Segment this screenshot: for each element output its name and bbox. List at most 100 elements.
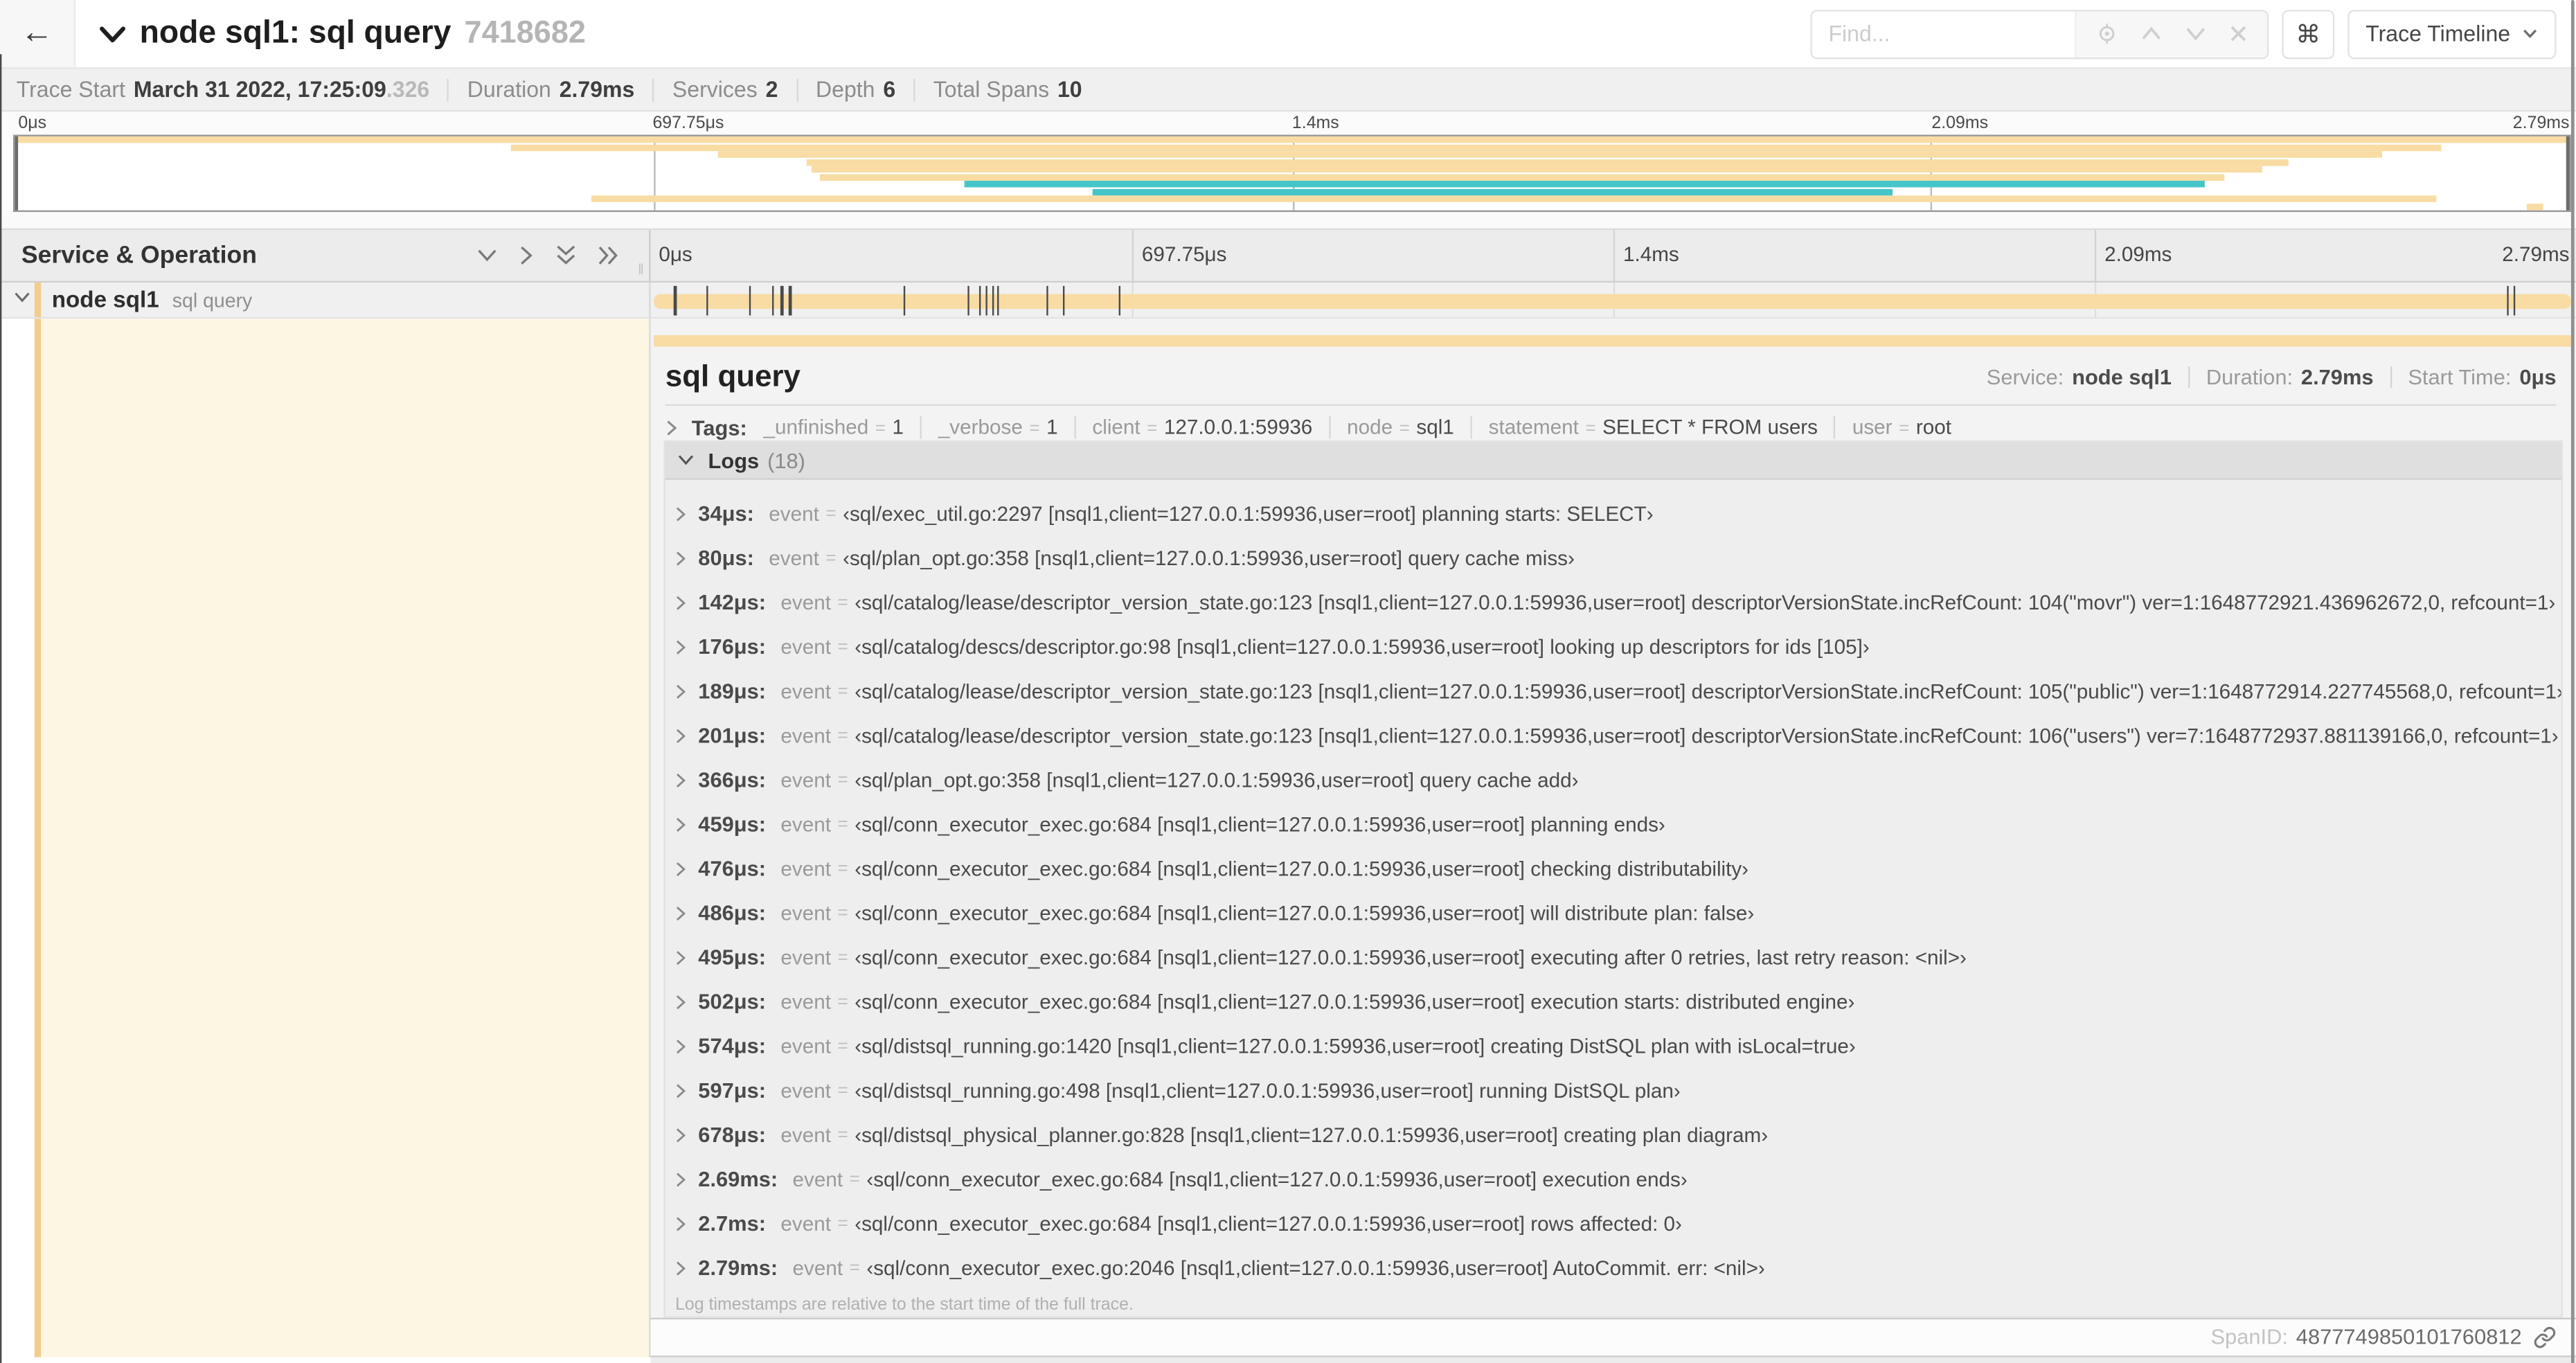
- locate-icon[interactable]: [2096, 23, 2118, 44]
- divider: [1329, 416, 1331, 439]
- back-button[interactable]: ←: [0, 0, 76, 68]
- span-collapse-chevron-icon[interactable]: [13, 291, 31, 304]
- minimap-span-row: [15, 143, 2569, 152]
- span-log-marker[interactable]: [1062, 285, 1065, 316]
- chevron-right-icon[interactable]: [675, 1082, 687, 1098]
- find-prev-icon[interactable]: [2140, 26, 2162, 41]
- log-row[interactable]: 34μs: event = ‹sql/exec_util.go:2297 [nsql1…: [665, 491, 2561, 535]
- span-bar-cell[interactable]: [650, 283, 2576, 319]
- divider: [652, 78, 654, 101]
- chevron-right-icon[interactable]: [675, 550, 687, 567]
- chevron-right-icon[interactable]: [675, 1037, 687, 1054]
- log-value: ‹sql/conn_executor_exec.go:684 [nsql1,cl…: [855, 812, 1665, 836]
- chevron-right-icon[interactable]: [675, 993, 687, 1010]
- minimap-tick-label: 697.75μs: [652, 113, 724, 134]
- span-log-marker[interactable]: [996, 285, 999, 316]
- minimap-left-handle[interactable]: [15, 136, 19, 211]
- expand-one-icon[interactable]: [519, 244, 534, 266]
- log-timestamp: 597μs:: [698, 1078, 767, 1103]
- chevron-right-icon[interactable]: [675, 949, 687, 965]
- span-log-marker[interactable]: [674, 285, 677, 316]
- view-selector-button[interactable]: Trace Timeline: [2347, 9, 2557, 59]
- log-row[interactable]: 189μs: event = ‹sql/catalog/lease/descripto…: [665, 669, 2561, 713]
- chevron-right-icon[interactable]: [675, 683, 687, 700]
- chevron-right-icon[interactable]: [675, 1126, 687, 1143]
- log-row[interactable]: 142μs: event = ‹sql/catalog/lease/descripto…: [665, 580, 2561, 624]
- log-value: ‹sql/distsql_running.go:498 [nsql1,clien…: [855, 1078, 1681, 1102]
- span-log-marker[interactable]: [967, 285, 970, 316]
- keyboard-shortcuts-button[interactable]: ⌘: [2282, 9, 2335, 59]
- tag-pair: client = 127.0.0.1:59936: [1092, 416, 1312, 438]
- trace-duration: Duration 2.79ms: [467, 77, 635, 103]
- log-timestamp: 495μs:: [698, 945, 767, 970]
- find-clear-icon[interactable]: [2229, 25, 2247, 43]
- chevron-right-icon[interactable]: [675, 639, 687, 655]
- log-row[interactable]: 176μs: event = ‹sql/catalog/descs/descripto…: [665, 625, 2561, 669]
- tags-row[interactable]: Tags: _unfinished = 1 _verbose = 1 client = 127.…: [665, 411, 2557, 443]
- expand-all-icon[interactable]: [598, 244, 620, 266]
- span-log-marker[interactable]: [2507, 285, 2510, 316]
- chevron-right-icon[interactable]: [675, 816, 687, 832]
- span-log-marker[interactable]: [992, 285, 994, 316]
- span-log-marker[interactable]: [1118, 285, 1121, 316]
- log-timestamp: 366μs:: [698, 767, 767, 792]
- find-next-icon[interactable]: [2185, 26, 2206, 41]
- log-row[interactable]: 2.7ms: event = ‹sql/conn_executor_exec.go:6…: [665, 1201, 2561, 1245]
- log-row[interactable]: 502μs: event = ‹sql/conn_executor_exec.go:6…: [665, 979, 2561, 1024]
- log-value: ‹sql/conn_executor_exec.go:684 [nsql1,cl…: [855, 990, 1855, 1013]
- log-timestamp: 574μs:: [698, 1033, 767, 1058]
- detail-left-column: [0, 319, 651, 1357]
- chevron-right-icon: [667, 420, 677, 435]
- collapse-trace-chevron-icon[interactable]: [98, 24, 126, 43]
- minimap-right-handle[interactable]: [2566, 136, 2570, 211]
- log-row[interactable]: 2.79ms: event = ‹sql/conn_executor_exec.go:…: [665, 1245, 2561, 1290]
- span-log-marker[interactable]: [748, 285, 751, 316]
- log-row[interactable]: 201μs: event = ‹sql/catalog/lease/descripto…: [665, 713, 2561, 758]
- log-row[interactable]: 574μs: event = ‹sql/distsql_running.go:1420…: [665, 1024, 2561, 1068]
- trace-summary-bar: Trace Start March 31 2022, 17:25:09.326 D…: [0, 69, 2576, 112]
- log-row[interactable]: 678μs: event = ‹sql/distsql_physical_planne…: [665, 1112, 2561, 1157]
- log-row[interactable]: 459μs: event = ‹sql/conn_executor_exec.go:6…: [665, 802, 2561, 846]
- log-row[interactable]: 2.69ms: event = ‹sql/conn_executor_exec.go:…: [665, 1157, 2561, 1201]
- log-row[interactable]: 495μs: event = ‹sql/conn_executor_exec.go:6…: [665, 935, 2561, 979]
- span-log-marker[interactable]: [2514, 285, 2516, 316]
- minimap-canvas[interactable]: [12, 134, 2571, 213]
- log-timestamp: 486μs:: [698, 900, 767, 925]
- span-row-name-cell[interactable]: node sql1 sql query: [0, 283, 651, 319]
- minimap-span-row: [15, 159, 2569, 166]
- log-row[interactable]: 80μs: event = ‹sql/plan_opt.go:358 [nsql1,c…: [665, 535, 2561, 580]
- chevron-right-icon[interactable]: [675, 1259, 687, 1276]
- span-log-marker[interactable]: [789, 285, 791, 316]
- chevron-right-icon[interactable]: [675, 727, 687, 744]
- log-row[interactable]: 476μs: event = ‹sql/conn_executor_exec.go:6…: [665, 846, 2561, 891]
- span-log-marker[interactable]: [706, 285, 708, 316]
- log-row[interactable]: 486μs: event = ‹sql/conn_executor_exec.go:6…: [665, 891, 2561, 935]
- chevron-right-icon[interactable]: [675, 772, 687, 788]
- log-row[interactable]: 366μs: event = ‹sql/plan_opt.go:358 [nsql1,…: [665, 758, 2561, 802]
- chevron-right-icon[interactable]: [675, 506, 687, 522]
- collapse-one-icon[interactable]: [476, 248, 498, 262]
- span-row[interactable]: node sql1 sql query: [0, 283, 2576, 319]
- window-edge: [0, 54, 2, 1363]
- chevron-right-icon[interactable]: [675, 1215, 687, 1231]
- span-log-marker[interactable]: [780, 285, 783, 316]
- chevron-right-icon[interactable]: [675, 594, 687, 611]
- log-row[interactable]: 597μs: event = ‹sql/distsql_running.go:498 …: [665, 1068, 2561, 1112]
- span-log-marker[interactable]: [771, 285, 774, 316]
- log-value: ‹sql/conn_executor_exec.go:684 [nsql1,cl…: [855, 945, 1967, 969]
- chevron-right-icon[interactable]: [675, 1170, 687, 1187]
- span-log-marker[interactable]: [985, 285, 988, 316]
- logs-header[interactable]: Logs (18): [665, 442, 2561, 480]
- chevron-right-icon[interactable]: [675, 860, 687, 877]
- find-input[interactable]: [1812, 10, 2075, 57]
- column-resize-grip[interactable]: ‖: [638, 261, 645, 278]
- span-log-marker[interactable]: [1046, 285, 1049, 316]
- log-timestamp: 2.79ms:: [698, 1255, 778, 1281]
- deep-link-icon[interactable]: [2533, 1325, 2556, 1348]
- collapse-all-icon[interactable]: [555, 244, 577, 266]
- span-log-marker[interactable]: [903, 285, 906, 316]
- span-duration-bar[interactable]: [654, 293, 2571, 308]
- scrollbar[interactable]: [2570, 0, 2575, 1363]
- chevron-right-icon[interactable]: [675, 905, 687, 921]
- span-log-marker[interactable]: [978, 285, 981, 316]
